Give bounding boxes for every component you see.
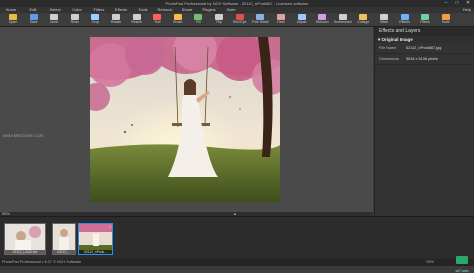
toolbar-label: Undo [50,20,59,24]
site-logo: xz7.com [452,251,472,273]
retouch-button[interactable]: Retouch [313,13,331,26]
heal-button[interactable]: Heal [272,13,290,26]
toolbar-label: Heal [277,20,285,24]
toolbar-label: Screenshot [333,20,352,24]
screenshot-button[interactable]: Screenshot [334,13,352,26]
adjust-button[interactable]: Adjust [293,13,311,26]
toolbar-label: Collage [357,20,370,24]
info-row: File Name 52112_nPvuk867.jpg [375,43,474,54]
swing-photo [90,37,280,202]
toolbar-label: Stitch [379,20,389,24]
close-thumbnail-icon[interactable]: × [109,224,111,229]
toolbar-label: Filters [420,20,430,24]
status-zoom: 55% [426,260,434,264]
title-bar: PhotoPad Professional by NCH Software - … [0,0,474,7]
brush-button[interactable]: Brush [169,13,187,26]
window-title: PhotoPad Professional by NCH Software - … [165,1,309,6]
open-button[interactable]: Open [4,13,22,26]
toolbar-label: Brush [173,20,183,24]
toolbar-label: Fine Detail [251,20,269,24]
resize-button[interactable]: Resize [128,13,146,26]
info-value: 52112_nPvuk867.jpg [406,46,442,50]
collage-button[interactable]: Collage [354,13,372,26]
logo-icon [456,256,468,264]
thumbnail[interactable]: 52112_... × [52,223,76,255]
filmstrip: 52112_LZdZLfbe × 52112_... × 52112_nPvuk… [0,216,474,260]
thumbnail-name: 52112_LZdZLfbe [5,250,45,254]
crop-button[interactable]: Crop [86,13,104,26]
toolbar-label: Adjust [296,20,307,24]
fill-button[interactable]: Fill [189,13,207,26]
toolbar-label: Red Eye [232,20,247,24]
status-bar: PhotoPad Professional v 6.37 © NCH Softw… [0,259,474,266]
toolbar-label: Save [29,20,38,24]
toolbar-label: Suite [441,20,450,24]
toolbar: Open Save Undo Redo Crop Rotate Resize Text Brus… [0,13,474,27]
flip-button[interactable]: Flip [210,13,228,26]
toolbar-label: Open [8,20,18,24]
info-value: 5616 x 5136 pixels [406,57,438,61]
close-thumbnail-icon[interactable]: × [72,224,74,229]
rotate-button[interactable]: Rotate [107,13,125,26]
panel-title: Effects and Layers [375,27,474,36]
toolbar-label: Flip [216,20,222,24]
thumbnail[interactable]: 52112_LZdZLfbe × [4,223,46,255]
toolbar-label: Text [154,20,161,24]
info-row: Dimensions 5616 x 5136 pixels [375,54,474,65]
effects-layers-panel: Effects and Layers ▾ Original Image File… [374,27,474,216]
section-original-image[interactable]: ▾ Original Image [375,36,474,43]
suite-button[interactable]: Suite [437,13,455,26]
thumbnail-name: 52112_... [53,250,75,254]
toolbar-label: Redo [70,20,79,24]
info-key: Dimensions [379,57,399,61]
photo-canvas[interactable] [90,37,280,202]
stitch-button[interactable]: Stitch [375,13,393,26]
toolbar-label: Fill [196,20,201,24]
red-eye-button[interactable]: Red Eye [231,13,249,26]
section-label: Original Image [381,37,413,42]
status-text: PhotoPad Professional v 6.37 © NCH Softw… [2,260,82,264]
redo-button[interactable]: Redo [66,13,84,26]
save-button[interactable]: Save [25,13,43,26]
thumbnail-selected[interactable]: 52112_nPvuk... × [78,223,113,255]
text-button[interactable]: Text [148,13,166,26]
toolbar-label: Retouch [315,20,329,24]
close-thumbnail-icon[interactable]: × [42,224,44,229]
effects-button[interactable]: Effects [396,13,414,26]
close-icon[interactable]: ✕ [464,1,472,6]
undo-button[interactable]: Undo [45,13,63,26]
toolbar-label: Rotate [110,20,122,24]
thumbnail-name: 52112_nPvuk... [79,250,112,254]
toolbar-label: Effects [399,20,410,24]
fine-detail-button[interactable]: Fine Detail [251,13,269,26]
maximize-icon[interactable]: □ [453,1,461,6]
minimize-icon[interactable]: – [442,1,450,6]
toolbar-label: Crop [91,20,100,24]
filters-button[interactable]: Filters [416,13,434,26]
watermark-text: www.MacDown.com [3,133,44,138]
toolbar-label: Resize [131,20,142,24]
logo-text: xz7.com [455,269,469,273]
info-key: File Name [379,46,397,50]
